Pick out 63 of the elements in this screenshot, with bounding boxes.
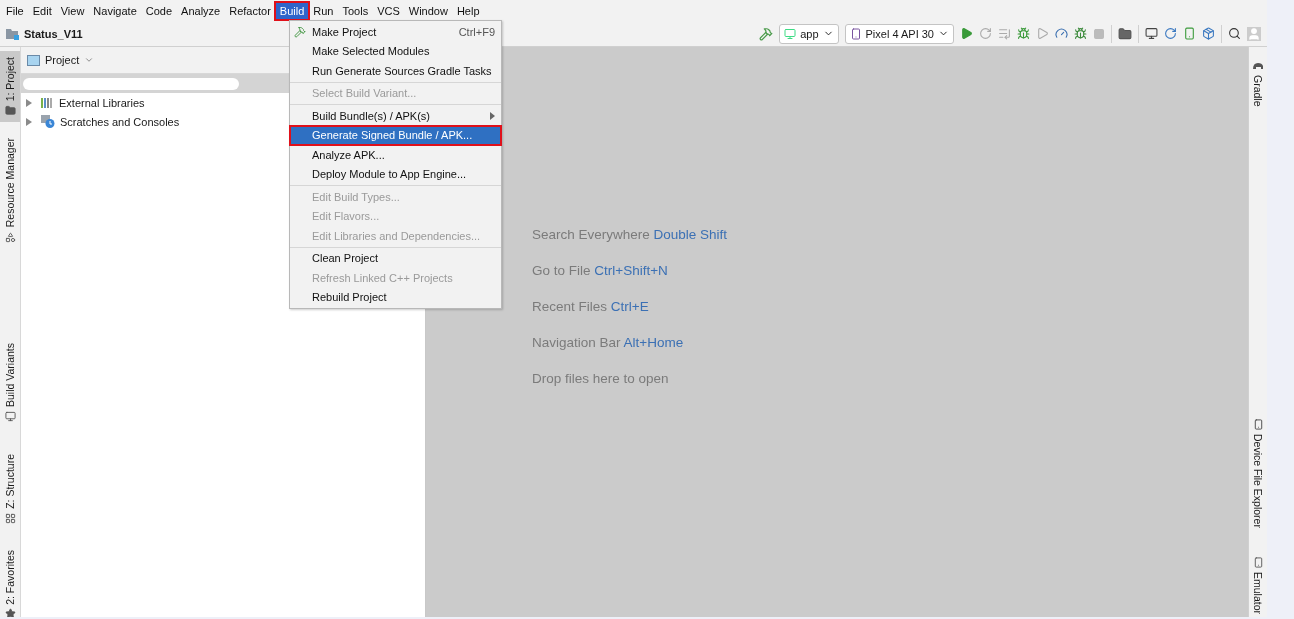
menu-item[interactable]: File	[2, 2, 28, 19]
menu-entry[interactable]: Generate Signed Bundle / APK...	[290, 125, 501, 145]
menu-item[interactable]: VCS	[373, 2, 404, 19]
dropdown-caret-icon[interactable]	[84, 55, 95, 65]
editor-hint: Drop files here to open	[532, 370, 670, 388]
menu-entry[interactable]: Rebuild Project	[290, 287, 501, 307]
menu-item[interactable]: Analyze	[177, 2, 225, 19]
menu-entry[interactable]: Make Project Ctrl+F9	[290, 22, 501, 42]
tool-window-tab[interactable]: Emulator	[1249, 551, 1267, 619]
menu-entry[interactable]: Deploy Module to App Engine...	[290, 164, 501, 184]
project-title: Status_V11	[24, 27, 83, 40]
debug-icon[interactable]	[1017, 27, 1030, 40]
panel-title-dropdown[interactable]: Project	[45, 54, 80, 66]
menu-item[interactable]: Build	[275, 2, 309, 19]
rerun-icon[interactable]	[979, 27, 992, 40]
search-icon[interactable]	[1228, 27, 1241, 40]
editor-hint: Go to File Ctrl+Shift+N	[532, 262, 669, 280]
menu-item[interactable]: Tools	[338, 2, 373, 19]
menu-entry[interactable]: Build Bundle(s) / APK(s)	[290, 106, 501, 126]
submenu-arrow-icon	[490, 111, 495, 120]
hammer-icon[interactable]	[759, 26, 774, 41]
hammer-icon[interactable]	[294, 25, 306, 38]
tool-window-tab[interactable]: 2: Favorites	[0, 543, 20, 617]
tool-window-tab[interactable]: Build Variants	[0, 336, 20, 428]
menu-item[interactable]: View	[56, 2, 89, 19]
shapes-icon	[4, 231, 16, 243]
tool-window-tab[interactable]: Resource Manager	[0, 132, 20, 249]
tool-window-tab[interactable]: 1: Project	[0, 51, 20, 123]
menu-item[interactable]: Window	[404, 2, 452, 19]
menu-entry[interactable]: Make Selected Modules	[290, 41, 501, 61]
device-dropdown[interactable]: Pixel 4 API 30	[844, 23, 954, 44]
run-icon[interactable]	[960, 27, 973, 40]
menu-entry[interactable]: Run Generate Sources Gradle Tasks	[290, 61, 501, 81]
project-folder-icon	[6, 27, 20, 40]
run-config-dropdown[interactable]: app	[779, 23, 839, 44]
tool-window-tab[interactable]: Z: Structure	[0, 447, 20, 530]
stop-icon[interactable]	[1093, 27, 1105, 40]
menu-entry[interactable]: Clean Project	[290, 248, 501, 268]
menu-item[interactable]: Help	[452, 2, 484, 19]
sync-icon[interactable]	[1164, 27, 1177, 40]
phone-icon	[849, 27, 862, 40]
star-icon	[4, 608, 16, 617]
avatar-icon[interactable]	[1247, 26, 1261, 41]
tool-window-tab[interactable]: Device File Explorer	[1249, 412, 1267, 534]
editor-hint: Navigation Bar Alt+Home	[532, 334, 685, 352]
folder-icon	[4, 105, 16, 117]
panel-icon	[27, 54, 40, 66]
tool-window-tab[interactable]: Gradle	[1249, 55, 1267, 113]
library-icon	[41, 97, 54, 108]
grid-icon	[4, 512, 16, 524]
list-icon[interactable]	[998, 27, 1011, 40]
folder-icon[interactable]	[1118, 26, 1132, 41]
editor-hint: Search Everywhere Double Shift	[532, 226, 729, 244]
menu-item[interactable]: Code	[141, 2, 177, 19]
menu-entry[interactable]: Analyze APK...	[290, 145, 501, 165]
phone-icon	[1252, 418, 1264, 430]
menu-item[interactable]: Edit	[28, 2, 56, 19]
editor-hint: Recent Files Ctrl+E	[532, 298, 650, 316]
menu-item[interactable]: Refactor	[225, 2, 275, 19]
menu-item[interactable]: Run	[309, 2, 338, 19]
profile-icon[interactable]	[1055, 27, 1068, 40]
scratches-icon	[41, 115, 55, 128]
menu-item[interactable]: Navigate	[89, 2, 141, 19]
